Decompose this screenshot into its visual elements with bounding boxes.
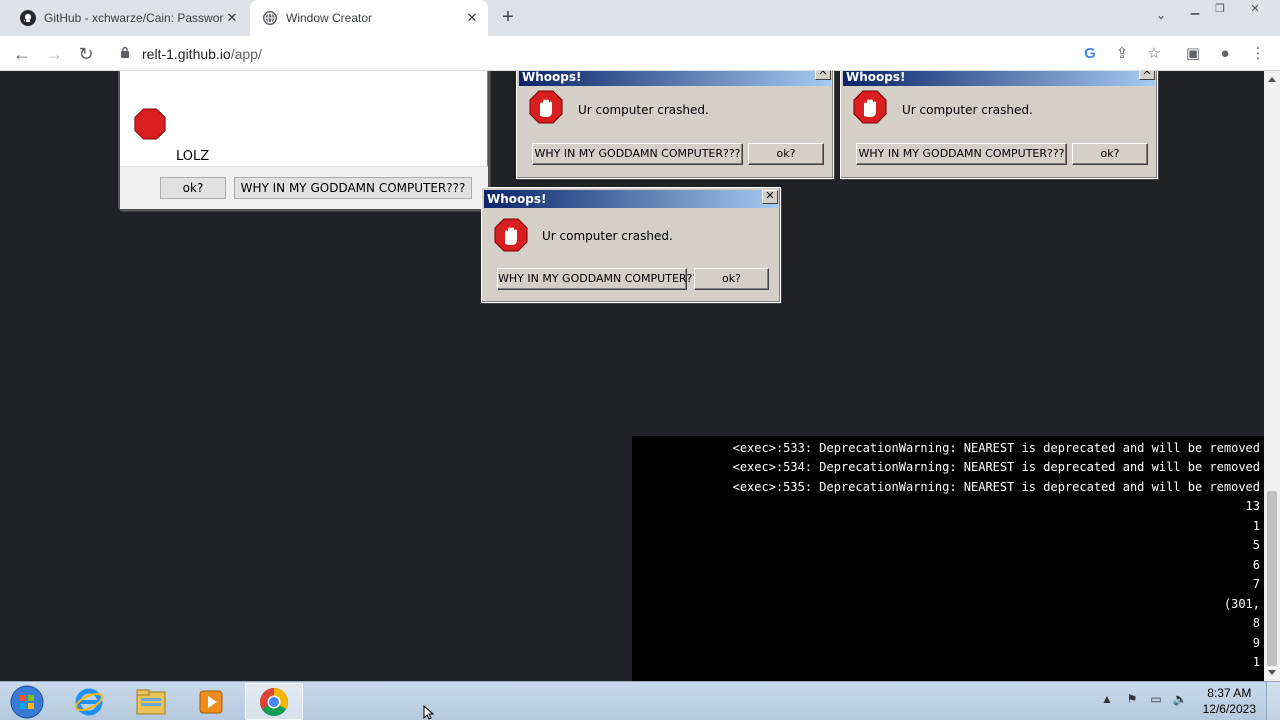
browser-toolbar: ← → ↻ relt-1.github.io/app/ G ⇪ ☆ ▣ ● ⋮	[0, 36, 1280, 71]
internet-explorer-button[interactable]	[60, 683, 118, 720]
chrome-taskbar-button[interactable]	[245, 683, 303, 720]
terminal-line: 7	[1252, 577, 1260, 591]
tray-expand-icon[interactable]: ▲	[1099, 692, 1115, 708]
dialog-whoops: Whoops! ✕ Ur computer crashed. WHY IN MY…	[516, 71, 834, 179]
tab-github[interactable]: GitHub - xchwarze/Cain: Passwor ✕	[8, 0, 248, 36]
why-button[interactable]: WHY IN MY GODDAMN COMPUTER???	[532, 143, 743, 165]
terminal-line: 1	[1252, 519, 1260, 533]
url-text: relt-1.github.io/app/	[142, 46, 262, 62]
github-icon	[20, 10, 36, 26]
new-tab-button[interactable]: +	[498, 7, 518, 28]
windows-logo-icon	[10, 685, 44, 718]
lock-icon	[121, 46, 129, 58]
media-player-button[interactable]	[182, 683, 240, 720]
dialog-message: Ur computer crashed.	[902, 103, 1033, 117]
stop-hand-icon	[529, 90, 563, 124]
url-path: /app/	[230, 46, 262, 62]
close-icon[interactable]: ✕	[762, 190, 778, 204]
terminal-line: <exec>:534: DeprecationWarning: NEAREST …	[732, 460, 1260, 474]
terminal-line: 8	[1252, 616, 1260, 630]
terminal-line: 6	[1252, 558, 1260, 572]
forward-arrow-icon[interactable]: →	[42, 42, 66, 66]
why-button[interactable]: WHY IN MY GODDAMN COMPUTER???	[497, 268, 704, 290]
dialog-whoops: Whoops! ✕ Ur computer crashed. WHY IN MY…	[840, 71, 1158, 179]
dialog-message: LOLZ	[176, 149, 210, 164]
close-window-icon[interactable]: ✕	[1244, 2, 1266, 16]
why-button[interactable]: WHY IN MY GODDAMN COMPUTER???	[856, 143, 1067, 165]
close-tab-icon[interactable]: ✕	[224, 10, 240, 26]
scroll-down-icon[interactable]	[1268, 670, 1276, 675]
terminal-line: <exec>:533: DeprecationWarning: NEAREST …	[732, 441, 1260, 455]
chrome-icon	[260, 687, 288, 716]
stop-hand-icon	[494, 218, 528, 252]
dialog-message: Ur computer crashed.	[542, 229, 673, 243]
reload-icon[interactable]: ↻	[74, 42, 98, 66]
ok-button[interactable]: ok?	[748, 143, 824, 165]
volume-muted-icon[interactable]: 🔈	[1172, 692, 1188, 708]
globe-icon	[262, 10, 278, 26]
tab-strip: GitHub - xchwarze/Cain: Passwor ✕ Window…	[0, 0, 1280, 36]
star-icon[interactable]: ☆	[1144, 44, 1164, 64]
dialog-title: Whoops!	[519, 71, 831, 86]
action-center-flag-icon[interactable]: ⚑	[1124, 692, 1140, 708]
terminal-line: 13	[1245, 499, 1260, 513]
ok-button[interactable]: ok?	[694, 268, 769, 290]
clock-time: 8:37 AM	[1207, 686, 1252, 700]
network-icon[interactable]: ▭	[1148, 692, 1164, 708]
dialog-lolz: LOLZ ok? WHY IN MY GODDAMN COMPUTER???	[118, 71, 490, 211]
stop-hand-icon	[853, 90, 887, 124]
dialog-button-bar: ok? WHY IN MY GODDAMN COMPUTER???	[120, 166, 488, 209]
close-tab-icon[interactable]: ✕	[464, 10, 480, 26]
close-icon[interactable]: ✕	[1139, 71, 1155, 80]
taskbar: ▲ ⚑ ▭ 🔈 8:37 AM 12/6/2023	[0, 681, 1280, 720]
google-icon[interactable]: G	[1080, 44, 1100, 64]
back-arrow-icon[interactable]: ←	[10, 42, 34, 66]
address-bar[interactable]: relt-1.github.io/app/	[108, 39, 1170, 67]
tab-title: Window Creator	[286, 11, 373, 25]
mouse-cursor-icon	[423, 705, 435, 720]
share-icon[interactable]: ⇪	[1112, 44, 1132, 64]
dialog-whoops-active: Whoops! ✕ Ur computer crashed. WHY IN MY…	[481, 187, 781, 303]
terminal-output: <exec>:533: DeprecationWarning: NEAREST …	[632, 436, 1264, 681]
stop-hand-icon	[134, 108, 166, 140]
scroll-up-icon[interactable]	[1268, 77, 1276, 82]
restore-icon[interactable]: ❐	[1209, 2, 1231, 16]
internet-explorer-icon	[75, 688, 103, 715]
terminal-line: <exec>:535: DeprecationWarning: NEAREST …	[732, 480, 1260, 494]
clock-date: 12/6/2023	[1202, 702, 1256, 716]
ok-button[interactable]: ok?	[160, 177, 226, 199]
folder-icon	[136, 689, 166, 714]
profile-icon[interactable]: ●	[1215, 44, 1235, 64]
start-button[interactable]	[0, 683, 54, 720]
why-button[interactable]: WHY IN MY GODDAMN COMPUTER???	[234, 177, 472, 199]
tab-search-chevron-icon[interactable]: ⌄	[1152, 8, 1170, 26]
system-clock[interactable]: 8:37 AM 12/6/2023	[1203, 685, 1256, 717]
menu-dots-icon[interactable]: ⋮	[1248, 44, 1268, 64]
show-desktop-button[interactable]	[1266, 682, 1280, 720]
close-icon[interactable]: ✕	[815, 71, 831, 80]
terminal-line: 5	[1252, 538, 1260, 552]
terminal-line: 1	[1252, 655, 1260, 669]
tab-window-creator[interactable]: Window Creator ✕	[250, 0, 488, 36]
terminal-line: 9	[1252, 636, 1260, 650]
dialog-message: Ur computer crashed.	[578, 103, 709, 117]
dialog-title: Whoops!	[843, 71, 1155, 86]
minimize-icon[interactable]: ▁	[1184, 2, 1206, 16]
dialog-title: Whoops!	[484, 190, 778, 208]
terminal-line: (301,	[1223, 597, 1260, 611]
url-host: relt-1.github.io	[142, 46, 231, 62]
scrollbar-thumb[interactable]	[1267, 491, 1277, 666]
file-explorer-button[interactable]	[122, 683, 180, 720]
tab-title: GitHub - xchwarze/Cain: Passwor	[44, 11, 224, 25]
side-panel-icon[interactable]: ▣	[1183, 44, 1203, 64]
page-scrollbar[interactable]	[1264, 71, 1280, 681]
ok-button[interactable]: ok?	[1072, 143, 1148, 165]
media-player-icon	[199, 690, 223, 713]
